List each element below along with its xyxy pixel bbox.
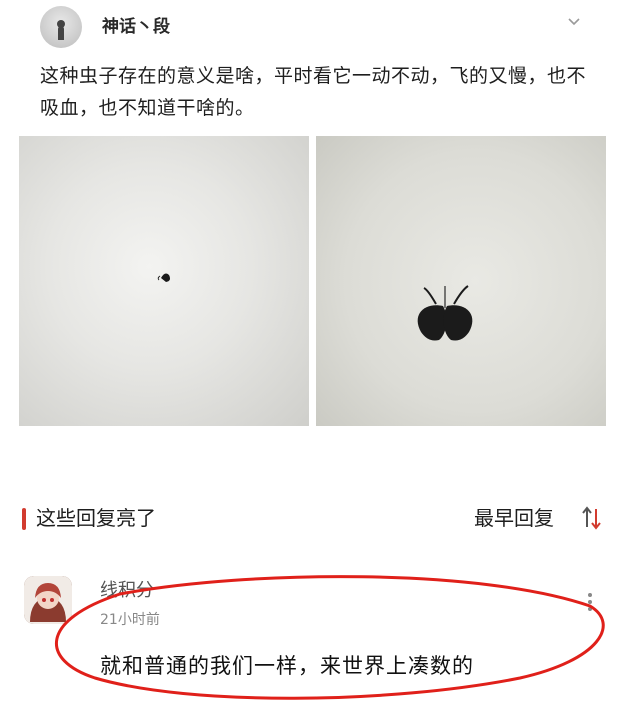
sort-arrows-icon[interactable]	[580, 505, 604, 531]
sort-button[interactable]: 最早回复	[474, 504, 554, 532]
post-card: 神话丶段 这种虫子存在的意义是啥，平时看它一动不动，飞的又慢，也不吸血，也不知道…	[0, 0, 623, 470]
chevron-down-icon[interactable]	[562, 12, 586, 36]
section-title: 这些回复亮了	[36, 506, 156, 530]
post-image-2[interactable]	[316, 136, 606, 426]
commenter-avatar[interactable]	[24, 576, 72, 624]
post-image-1[interactable]	[19, 136, 309, 426]
user-avatar[interactable]	[40, 6, 82, 48]
comment-item	[0, 548, 623, 708]
section-accent	[22, 508, 26, 530]
more-vertical-icon[interactable]	[582, 590, 598, 614]
post-body-text: 这种虫子存在的意义是啥，平时看它一动不动，飞的又慢，也不吸血，也不知道干啥的。	[40, 65, 587, 119]
post-username[interactable]: 神话丶段	[102, 12, 170, 37]
comment-timestamp: 21小时前	[100, 612, 160, 628]
comment-text: 就和普通的我们一样，来世界上凑数的	[100, 654, 474, 678]
commenter-username[interactable]: 线积分	[100, 576, 154, 602]
divider	[0, 470, 623, 500]
